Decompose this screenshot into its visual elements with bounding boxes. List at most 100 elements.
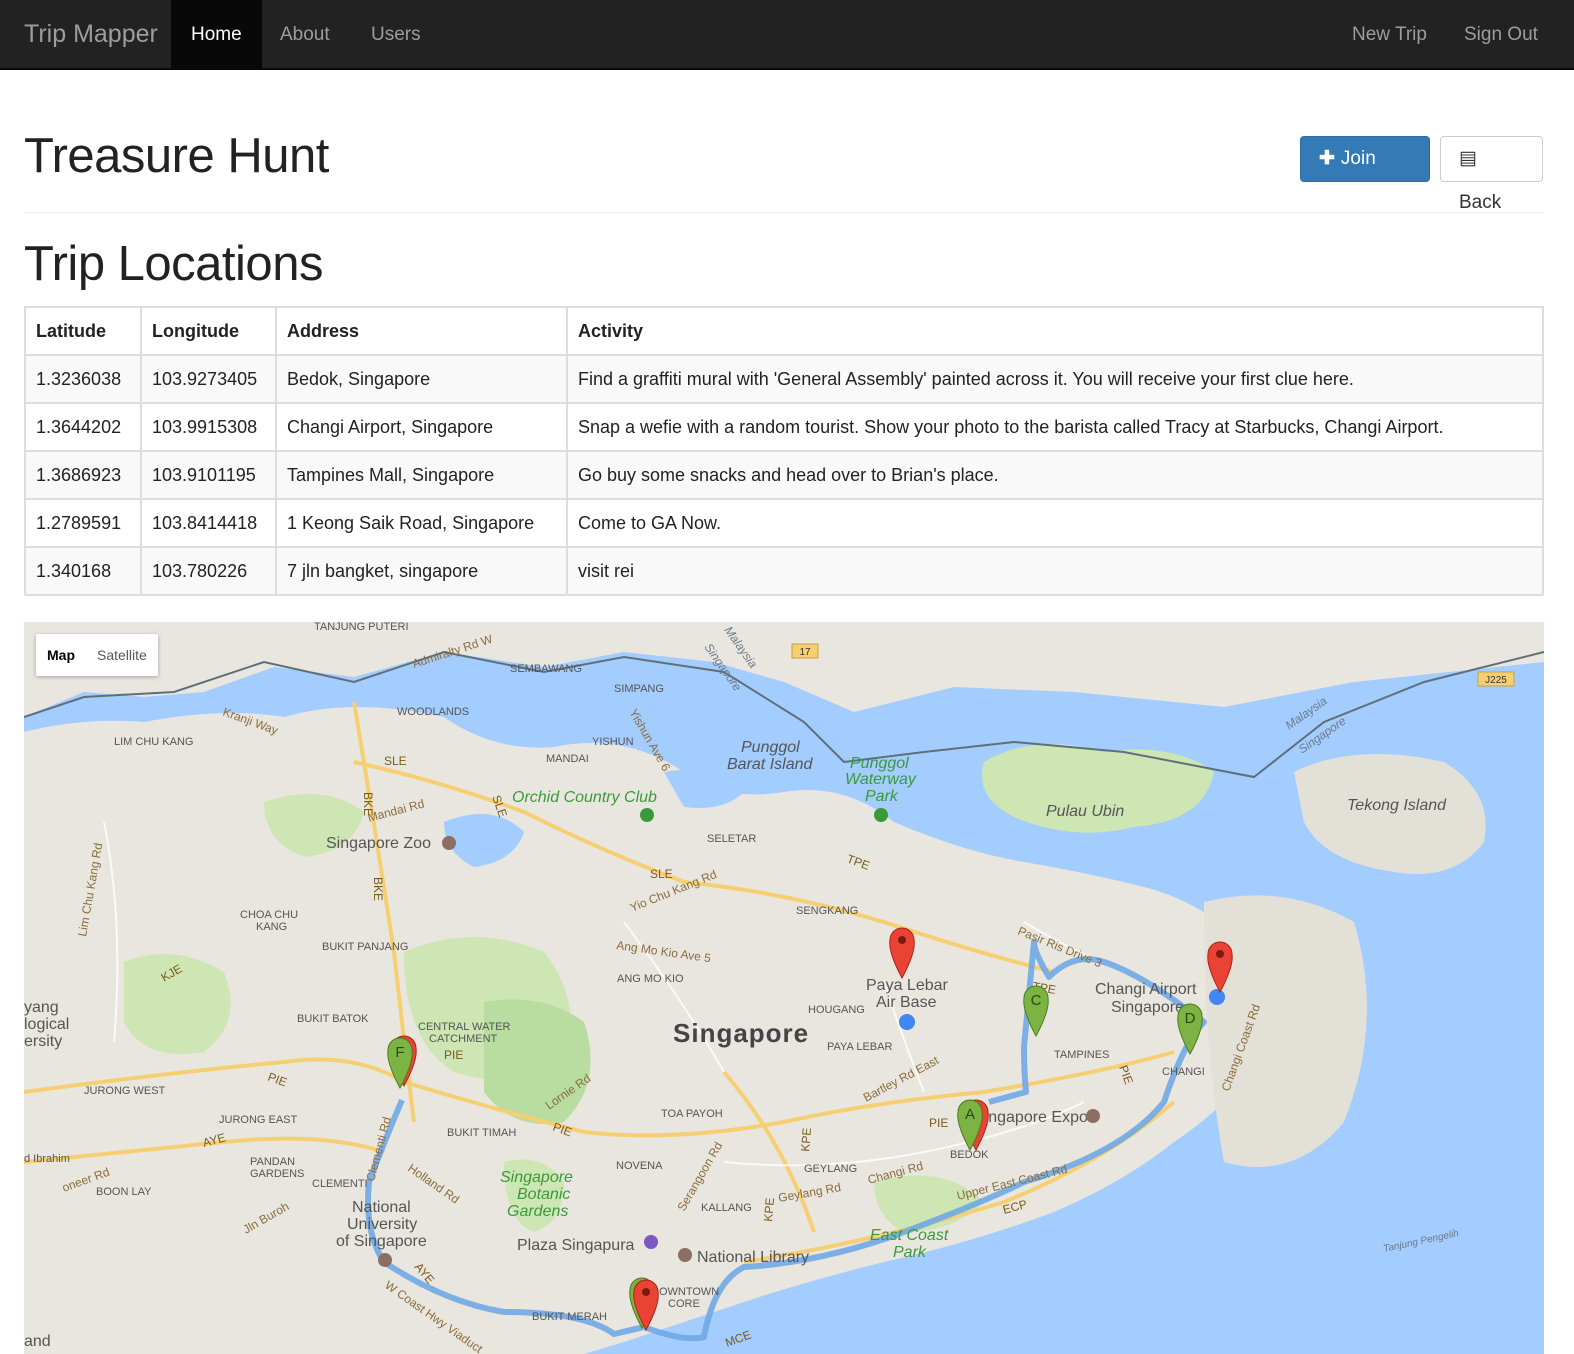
map-label: BUKIT PANJANG bbox=[322, 941, 408, 953]
map-label: logical bbox=[24, 1016, 69, 1033]
marker-label: D bbox=[1185, 1010, 1196, 1027]
table-row: 1.2789591 103.8414418 1 Keong Saik Road,… bbox=[24, 498, 1544, 548]
header-activity: Activity bbox=[566, 306, 1544, 356]
table-row: 1.340168 103.780226 7 jln bangket, singa… bbox=[24, 546, 1544, 596]
trip-map[interactable]: 17 J225 TANJUNG PUTERI SEMBAWANG SIMPANG… bbox=[24, 622, 1544, 1354]
map-label: CHOA CHU bbox=[240, 909, 298, 921]
cell-address: Tampines Mall, Singapore bbox=[275, 450, 568, 500]
map-label: MANDAI bbox=[546, 753, 589, 765]
cell-address: 1 Keong Saik Road, Singapore bbox=[275, 498, 568, 548]
map-label: Singapore bbox=[500, 1169, 573, 1186]
airport-icon[interactable] bbox=[899, 1014, 915, 1030]
map-label: KALLANG bbox=[701, 1202, 752, 1214]
cell-longitude: 103.9273405 bbox=[140, 354, 277, 404]
back-button[interactable]: ▤ Back bbox=[1440, 136, 1543, 213]
map-label: Gardens bbox=[507, 1203, 568, 1220]
map-label: HOUGANG bbox=[808, 1004, 865, 1016]
plus-icon: ✚ bbox=[1319, 148, 1335, 169]
join-trip-button[interactable]: ✚ Join Trip bbox=[1300, 136, 1430, 213]
map-label: KPE bbox=[798, 1127, 814, 1152]
map-label: ANG MO KIO bbox=[617, 973, 684, 985]
cell-latitude: 1.3686923 bbox=[24, 450, 142, 500]
brand-logo[interactable]: Trip Mapper bbox=[24, 0, 158, 68]
map-label: Park bbox=[865, 788, 899, 805]
map-label: East Coast bbox=[870, 1227, 949, 1244]
table-row: 1.3236038 103.9273405 Bedok, Singapore F… bbox=[24, 354, 1544, 404]
park-icon[interactable] bbox=[874, 808, 888, 822]
map-label: of Singapore bbox=[336, 1233, 427, 1250]
map-label: YISHUN bbox=[592, 736, 634, 748]
map-label: PANDAN bbox=[250, 1156, 295, 1168]
expo-icon[interactable] bbox=[1086, 1109, 1100, 1123]
header-latitude: Latitude bbox=[24, 306, 142, 356]
cell-address: 7 jln bangket, singapore bbox=[275, 546, 568, 596]
map-type-map-button[interactable]: Map bbox=[36, 634, 86, 676]
map-label: SENGKANG bbox=[796, 905, 858, 917]
map-label: National Library bbox=[697, 1249, 809, 1266]
map-label: Barat Island bbox=[727, 756, 813, 773]
airport-icon[interactable] bbox=[1209, 989, 1225, 1005]
map-label: CHANGI bbox=[1162, 1066, 1205, 1078]
map-label: LIM CHU KANG bbox=[114, 736, 193, 748]
map-label: Tekong Island bbox=[1347, 797, 1447, 814]
map-label: BUKIT MERAH bbox=[532, 1311, 607, 1323]
cell-latitude: 1.340168 bbox=[24, 546, 142, 596]
map-label: SIMPANG bbox=[614, 683, 664, 695]
back-label: Back bbox=[1459, 192, 1502, 213]
header-longitude: Longitude bbox=[140, 306, 277, 356]
map-label: Air Base bbox=[876, 994, 937, 1011]
map-label: KPE bbox=[761, 1197, 777, 1222]
cell-longitude: 103.9915308 bbox=[140, 402, 277, 452]
map-label: CENTRAL WATER bbox=[418, 1021, 511, 1033]
map-label: Singapore bbox=[1111, 999, 1184, 1016]
nav-new-trip[interactable]: New Trip bbox=[1332, 0, 1447, 68]
map-label: CORE bbox=[668, 1298, 700, 1310]
zoo-icon[interactable] bbox=[442, 836, 456, 850]
cell-activity: Snap a wefie with a random tourist. Show… bbox=[566, 402, 1544, 452]
university-icon[interactable] bbox=[378, 1253, 392, 1267]
map-label: yang bbox=[24, 999, 59, 1016]
nav-about[interactable]: About bbox=[260, 0, 350, 68]
map-label: University bbox=[347, 1216, 417, 1233]
map-label: NOVENA bbox=[616, 1160, 663, 1172]
map-label: BOON LAY bbox=[96, 1186, 152, 1198]
library-icon[interactable] bbox=[678, 1248, 692, 1262]
header-divider bbox=[24, 212, 1544, 213]
map-label: TANJUNG PUTERI bbox=[314, 622, 409, 633]
map-label: Punggol bbox=[741, 739, 800, 756]
map-label: Orchid Country Club bbox=[512, 789, 657, 806]
map-label: PIE bbox=[444, 1048, 463, 1062]
map-label: Pulau Ubin bbox=[1046, 803, 1124, 820]
shopping-icon[interactable] bbox=[644, 1235, 658, 1249]
map-label: KANG bbox=[256, 921, 287, 933]
map-label: BKE bbox=[361, 792, 375, 816]
map-label: JURONG EAST bbox=[219, 1114, 298, 1126]
golf-icon[interactable] bbox=[640, 808, 654, 822]
singapore-label: Singapore bbox=[673, 1018, 809, 1048]
map-label: SEMBAWANG bbox=[510, 663, 582, 675]
marker-label: F bbox=[395, 1044, 404, 1061]
map-label: Plaza Singapura bbox=[517, 1237, 635, 1254]
map-label: BKE bbox=[371, 877, 385, 901]
road-shield-label: 17 bbox=[799, 647, 811, 658]
map-label: JURONG WEST bbox=[84, 1085, 166, 1097]
cell-longitude: 103.780226 bbox=[140, 546, 277, 596]
marker-label: C bbox=[1031, 992, 1042, 1009]
nav-users[interactable]: Users bbox=[351, 0, 441, 68]
table-header-row: Latitude Longitude Address Activity bbox=[24, 306, 1544, 356]
section-title: Trip Locations bbox=[24, 237, 323, 291]
map-type-satellite-button[interactable]: Satellite bbox=[86, 634, 158, 676]
cell-activity: visit rei bbox=[566, 546, 1544, 596]
nav-sign-out[interactable]: Sign Out bbox=[1444, 0, 1558, 68]
list-icon: ▤ bbox=[1459, 148, 1477, 169]
map-label: National bbox=[352, 1199, 411, 1216]
map-label: Paya Lebar bbox=[866, 977, 949, 994]
map-label: BUKIT BATOK bbox=[297, 1013, 369, 1025]
table-row: 1.3644202 103.9915308 Changi Airport, Si… bbox=[24, 402, 1544, 452]
map-canvas[interactable]: 17 J225 TANJUNG PUTERI SEMBAWANG SIMPANG… bbox=[24, 622, 1544, 1354]
map-label: TAMPINES bbox=[1054, 1049, 1109, 1061]
map-label: CLEMENTI bbox=[312, 1178, 368, 1190]
nav-home[interactable]: Home bbox=[171, 0, 262, 68]
map-label: Park bbox=[893, 1244, 927, 1261]
trip-locations-table: Latitude Longitude Address Activity 1.32… bbox=[24, 306, 1544, 596]
